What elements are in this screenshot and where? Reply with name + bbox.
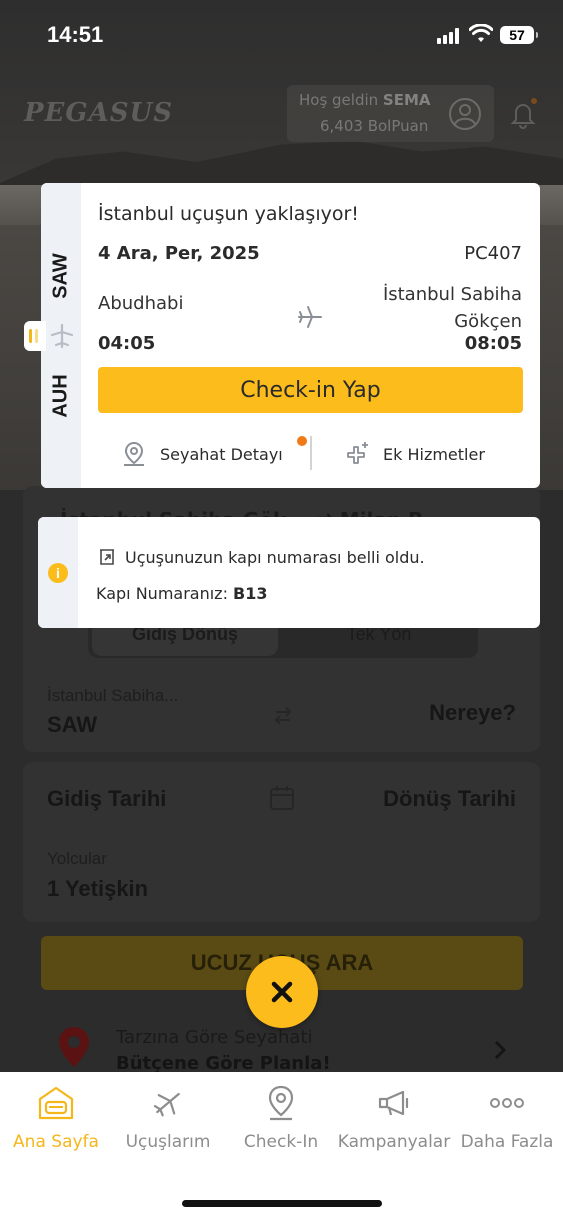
return-date-field[interactable]: Dönüş Tarihi (383, 786, 516, 812)
from-code[interactable]: SAW (47, 712, 97, 738)
checkin-button[interactable]: Check-in Yap (98, 367, 523, 413)
travel-details-button[interactable]: Seyahat Detayı (120, 436, 283, 472)
pegasus-logo: PEGASUS (24, 98, 173, 128)
chevron-right-icon[interactable] (492, 1040, 508, 1060)
close-icon (271, 981, 293, 1003)
notification-bell-icon[interactable] (508, 98, 538, 130)
flight-route-rail: SAW AUH (41, 183, 81, 488)
location-pin-icon (59, 1027, 89, 1067)
bolpuan-points: 6,403 BolPuan (320, 117, 429, 135)
bottom-tab-bar: Ana Sayfa Uçuşlarım Check-In Kampanyalar… (0, 1072, 563, 1219)
welcome-name: SEMA (382, 91, 431, 109)
plus-sparkle-icon (347, 442, 368, 464)
tab-my-flights[interactable]: Uçuşlarım (112, 1072, 224, 1168)
plane-icon (153, 1092, 180, 1117)
user-avatar-icon[interactable] (448, 97, 482, 131)
welcome-greeting: Hoş geldin SEMA (299, 91, 431, 109)
promo-title: Tarzına Göre Seyahati (116, 1027, 313, 1048)
gate-number: Kapı Numaranız: B13 (96, 584, 268, 603)
info-icon: i (48, 563, 68, 583)
destination-code: SAW (49, 253, 72, 299)
gate-number-value: B13 (233, 584, 268, 603)
departure-date-field[interactable]: Gidiş Tarihi (47, 786, 166, 812)
passengers-value[interactable]: 1 Yetişkin (47, 876, 148, 902)
home-indicator (182, 1200, 382, 1207)
extra-services-button[interactable]: Ek Hizmetler (343, 436, 485, 472)
tab-campaigns[interactable]: Kampanyalar (338, 1072, 450, 1168)
location-pin-icon (124, 441, 144, 466)
more-icon (490, 1098, 524, 1108)
welcome-box[interactable]: Hoş geldin SEMA 6,403 BolPuan (287, 85, 494, 142)
extra-services-label: Ek Hizmetler (383, 444, 485, 464)
passengers-label: Yolcular (47, 849, 107, 868)
departure-time: 04:05 (98, 333, 156, 354)
flight-number: PC407 (464, 243, 522, 264)
from-city[interactable]: İstanbul Sabiha... (47, 686, 178, 706)
origin-city: Abudhabi (98, 293, 184, 314)
gate-icon (100, 549, 114, 565)
battery-icon: 57 (500, 26, 538, 44)
status-bar: 14:51 57 (0, 0, 563, 70)
megaphone-icon (378, 1090, 409, 1116)
arrival-time: 08:05 (464, 333, 522, 354)
action-divider (310, 436, 312, 470)
location-pin-icon (268, 1085, 294, 1121)
plane-icon (50, 323, 74, 349)
swap-icon[interactable] (270, 703, 296, 729)
destination-city: İstanbul Sabiha Gökçen (382, 284, 522, 332)
close-button[interactable] (246, 956, 318, 1028)
plane-icon (298, 306, 322, 328)
origin-code: AUH (49, 374, 72, 418)
wifi-icon (469, 24, 493, 42)
flight-date: 4 Ara, Per, 2025 (98, 243, 260, 264)
tab-checkin[interactable]: Check-In (225, 1072, 337, 1168)
flight-card-title: İstanbul uçuşun yaklaşıyor! (98, 203, 359, 225)
notice-rail: i (38, 517, 78, 628)
progress-tab (24, 321, 46, 351)
status-time: 14:51 (47, 22, 104, 47)
cellular-signal-icon (437, 28, 461, 44)
promo-subtitle: Bütçene Göre Planla! (116, 1053, 331, 1074)
tab-label: Daha Fazla (460, 1132, 554, 1152)
calendar-icon (270, 786, 294, 810)
home-icon (38, 1086, 74, 1120)
to-destination[interactable]: Nereye? (429, 700, 516, 726)
gate-notice-message: Uçuşunuzun kapı numarası belli oldu. (97, 547, 425, 567)
tab-home[interactable]: Ana Sayfa (0, 1072, 112, 1168)
travel-details-label: Seyahat Detayı (160, 444, 283, 464)
tab-more[interactable]: Daha Fazla (451, 1072, 563, 1168)
notification-dot (297, 436, 307, 446)
gate-notice-card: i (38, 517, 540, 628)
